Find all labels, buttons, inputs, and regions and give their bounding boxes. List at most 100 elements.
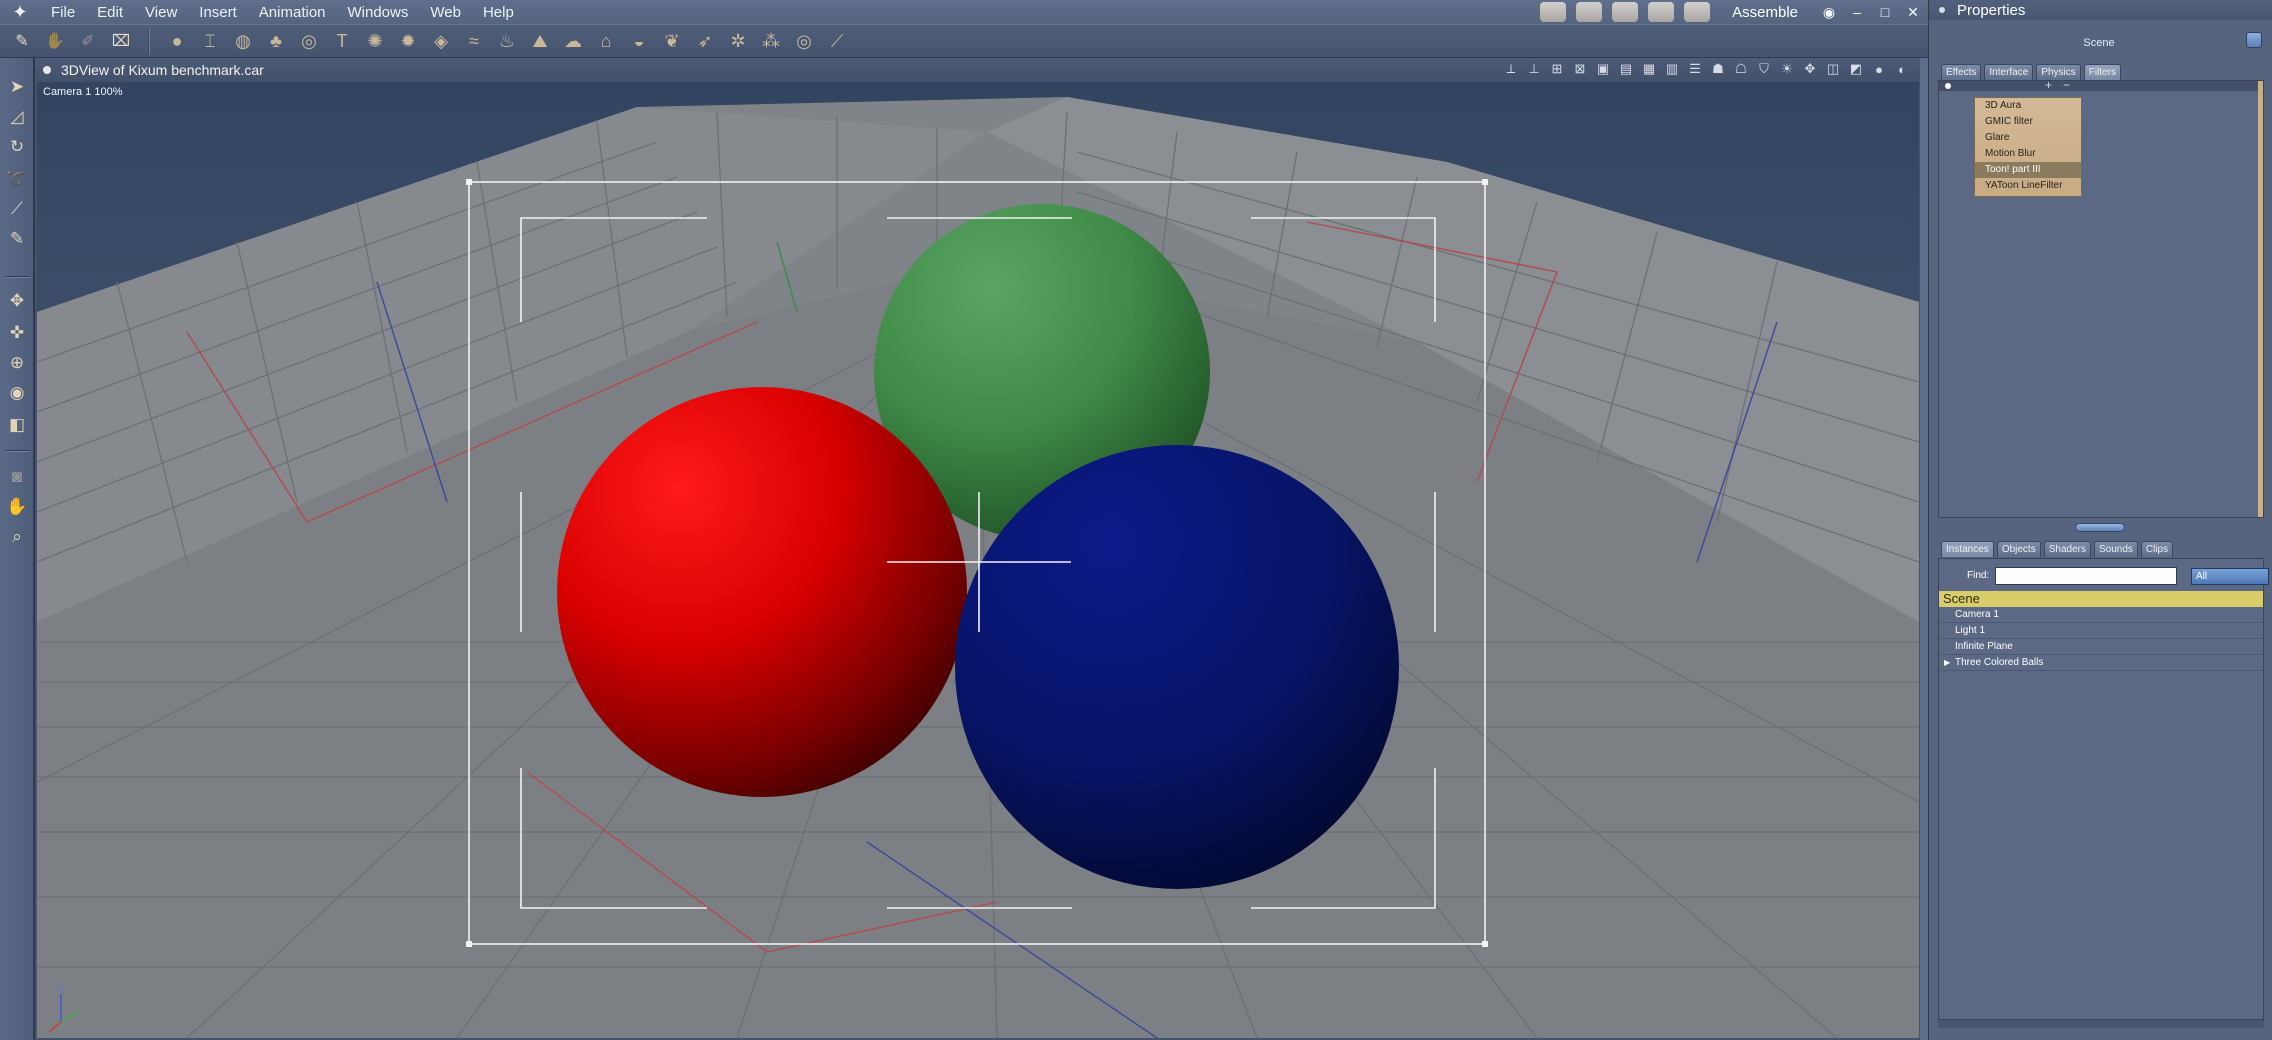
mask-icon[interactable]: ☗ [1710, 61, 1726, 77]
3d-scene-canvas[interactable]: Z [37, 82, 1919, 1038]
particle-primitive-icon[interactable]: ✲ [726, 29, 750, 53]
cube-view-icon[interactable]: ◫ [1825, 61, 1841, 77]
layout-triple-icon[interactable]: ▥ [1664, 61, 1680, 77]
bounding-select-icon[interactable]: ◿ [4, 104, 30, 130]
light-view-icon[interactable]: ☀ [1779, 61, 1795, 77]
tab-physics[interactable]: Physics [2036, 64, 2081, 80]
hand-room-icon[interactable] [1540, 2, 1567, 22]
pencil-tool-icon[interactable]: ✎ [10, 29, 34, 53]
sphere-render-icon[interactable]: ◐ [1894, 61, 1910, 77]
add-filter-icon[interactable]: + [2045, 78, 2052, 92]
paint-room-icon[interactable] [1612, 2, 1639, 22]
remove-filter-icon[interactable]: − [2063, 78, 2070, 92]
rocket-primitive-icon[interactable]: ➶ [693, 29, 717, 53]
red-ball[interactable] [557, 387, 967, 797]
scale-tool-icon[interactable]: ✜ [4, 320, 30, 346]
bowl-primitive-icon[interactable]: ◒ [627, 29, 651, 53]
pan-hand-icon[interactable]: ✋ [4, 494, 30, 520]
wave-primitive-icon[interactable]: ≈ [462, 29, 486, 53]
eraser-tool-icon[interactable]: ⌧ [109, 29, 133, 53]
torus-primitive-icon[interactable]: ◍ [231, 29, 255, 53]
text-primitive-icon[interactable]: T [330, 29, 354, 53]
tree-item[interactable]: Light 1 [1939, 623, 2263, 639]
tree-item[interactable]: Infinite Plane [1939, 639, 2263, 655]
menu-windows[interactable]: Windows [337, 4, 420, 21]
sphere-shaded-icon[interactable]: ● [1871, 61, 1887, 77]
find-filter-select[interactable]: All [2191, 568, 2269, 585]
app-logo-icon[interactable]: ✦ [0, 0, 40, 24]
filter-item[interactable]: Glare [1975, 130, 2081, 146]
menu-file[interactable]: File [40, 4, 86, 21]
tab-instances[interactable]: Instances [1941, 541, 1994, 557]
light-primitive-icon[interactable]: ♣ [264, 29, 288, 53]
menu-insert[interactable]: Insert [188, 4, 248, 21]
filter-enable-icon[interactable] [1945, 83, 1951, 89]
group-primitive-icon[interactable]: ⁂ [759, 29, 783, 53]
spike-primitive-icon[interactable]: ✹ [396, 29, 420, 53]
panel-splitter-handle[interactable] [2075, 523, 2125, 532]
tree-item[interactable]: Camera 1 [1939, 607, 2263, 623]
eye-icon[interactable]: ◉ [1820, 4, 1838, 21]
filter-item-selected[interactable]: Toon! part III [1975, 162, 2081, 178]
link-tool-icon[interactable]: ⟋ [4, 196, 30, 222]
menu-help[interactable]: Help [472, 4, 525, 21]
cylinder-primitive-icon[interactable]: ⌶ [198, 29, 222, 53]
plane-primitive-icon[interactable]: ◈ [429, 29, 453, 53]
minimize-icon[interactable]: – [1848, 4, 1866, 20]
tab-shaders[interactable]: Shaders [2043, 541, 2091, 557]
box-shaded-icon[interactable]: ◩ [1848, 61, 1864, 77]
tree-item[interactable]: ▶ Three Colored Balls [1939, 655, 2263, 671]
ring-primitive-icon[interactable]: ◎ [297, 29, 321, 53]
filter-item[interactable]: 3D Aura [1975, 98, 2081, 114]
shield-icon[interactable]: ⛉ [1756, 61, 1772, 77]
grid-toggle-icon[interactable]: ⊞ [1549, 61, 1565, 77]
mask-alt-icon[interactable]: ☖ [1733, 61, 1749, 77]
layout-quad-icon[interactable]: ▦ [1641, 61, 1657, 77]
tab-clips[interactable]: Clips [2140, 541, 2174, 557]
close-icon[interactable]: ✕ [1904, 4, 1922, 21]
tab-filters[interactable]: Filters [2083, 64, 2121, 80]
tab-sounds[interactable]: Sounds [2093, 541, 2138, 557]
select-arrow-icon[interactable]: ➤ [4, 74, 30, 100]
tab-objects[interactable]: Objects [1996, 541, 2041, 557]
move-tool-icon[interactable]: ✥ [4, 288, 30, 314]
target-primitive-icon[interactable]: ◎ [792, 29, 816, 53]
rotate-tool-icon[interactable]: ↻ [4, 134, 30, 160]
orbit-tool-icon[interactable]: ⊕ [4, 350, 30, 376]
snap-toggle-icon[interactable]: ⊥ [1526, 61, 1542, 77]
flame-primitive-icon[interactable]: ♨ [495, 29, 519, 53]
tree-root-scene[interactable]: Scene [1939, 591, 2263, 607]
axis-toggle-icon[interactable]: ⟂ [1503, 61, 1519, 77]
find-input[interactable] [1995, 567, 2177, 585]
brush-tool-icon[interactable]: ✐ [76, 29, 100, 53]
ruler-room-icon[interactable] [1684, 2, 1711, 22]
tab-effects[interactable]: Effects [1941, 64, 1982, 80]
layout-split-icon[interactable]: ▤ [1618, 61, 1634, 77]
trackball-tool-icon[interactable]: ◉ [4, 380, 30, 406]
bone-primitive-icon[interactable]: ⟋ [825, 29, 849, 53]
menu-edit[interactable]: Edit [86, 4, 134, 21]
filters-scrollbar[interactable] [2258, 81, 2263, 517]
gear-primitive-icon[interactable]: ✺ [363, 29, 387, 53]
maximize-icon[interactable]: □ [1876, 4, 1894, 20]
paint-tool-icon[interactable]: ✎ [4, 226, 30, 252]
hand-tool-icon[interactable]: ✋ [43, 29, 67, 53]
sphere-primitive-icon[interactable]: ● [165, 29, 189, 53]
expand-arrow-icon[interactable]: ▶ [1944, 655, 1950, 671]
menu-web[interactable]: Web [419, 4, 472, 21]
menu-view[interactable]: View [134, 4, 188, 21]
move-view-icon[interactable]: ✥ [1802, 61, 1818, 77]
filter-item[interactable]: GMIC filter [1975, 114, 2081, 130]
terrain-primitive-icon[interactable]: ⛰ [528, 29, 552, 53]
zoom-magnifier-icon[interactable]: ⌕ [4, 524, 30, 550]
twist-tool-icon[interactable]: ➰ [4, 166, 30, 192]
window-menu-dot-icon[interactable] [43, 66, 51, 74]
menu-animation[interactable]: Animation [248, 4, 337, 21]
filter-item[interactable]: YAToon LineFilter [1975, 178, 2081, 194]
camera-tool-icon[interactable]: ◙ [4, 464, 30, 490]
shape-tool-icon[interactable]: ◧ [4, 412, 30, 438]
filter-item[interactable]: Motion Blur [1975, 146, 2081, 162]
layout-single-icon[interactable]: ▣ [1595, 61, 1611, 77]
brush-room-icon[interactable] [1648, 2, 1675, 22]
tab-interface[interactable]: Interface [1984, 64, 2034, 80]
